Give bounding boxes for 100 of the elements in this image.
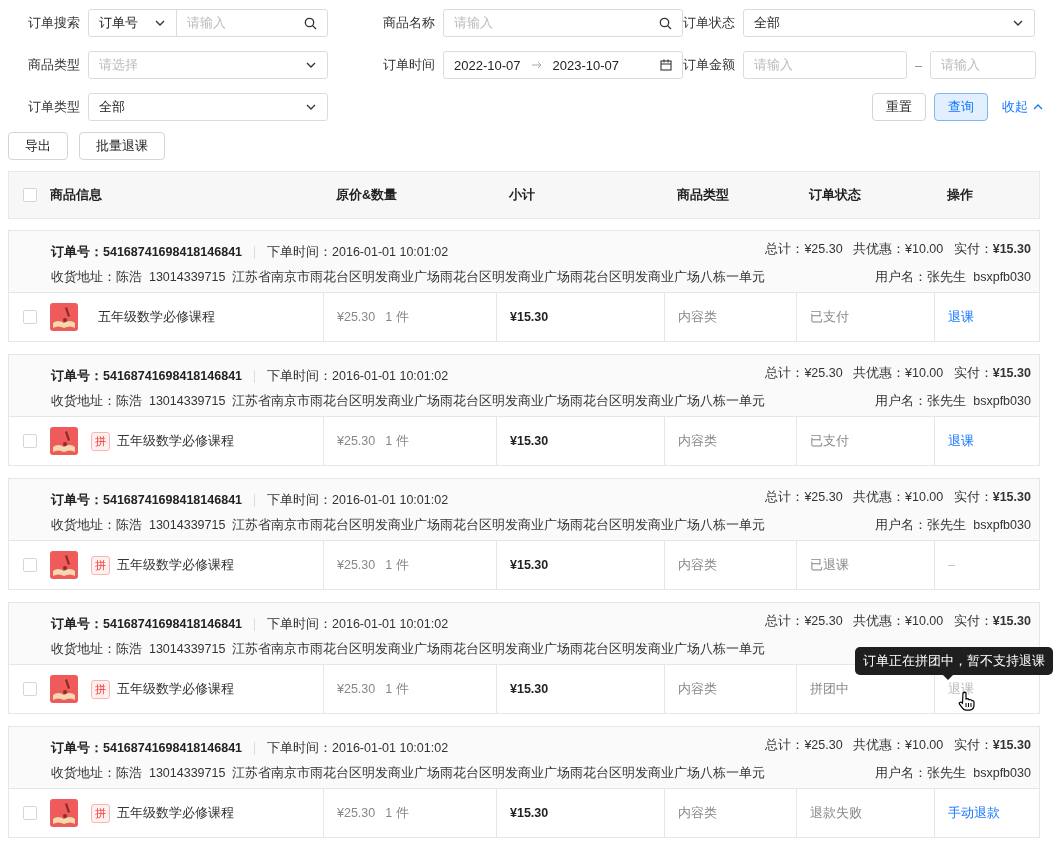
order-number: 订单号：54168741698418146841 — [51, 616, 243, 634]
order-time: 下单时间：2016-01-01 10:01:02 — [267, 244, 449, 262]
row-checkbox[interactable] — [23, 682, 37, 696]
column-header: 订单状态 — [808, 186, 862, 204]
order-totals: 总计：¥25.30 共优惠：¥10.00 实付：¥15.30 — [765, 241, 1031, 258]
order-status: 已支付 — [810, 432, 849, 450]
course-cover-icon — [50, 427, 78, 455]
collapse-link[interactable]: 收起 — [1002, 98, 1044, 116]
product-name: 五年级数学必修课程 — [117, 680, 234, 698]
quantity: 1 件 — [385, 432, 409, 450]
filter-label: 商品类型 — [27, 56, 81, 74]
column-header: 商品类型 — [676, 186, 730, 204]
column-header: 原价&数量 — [335, 186, 399, 204]
row-checkbox[interactable] — [23, 558, 37, 572]
row-checkbox[interactable] — [23, 310, 37, 324]
shipping-address: 收货地址：陈浩 13014339715 江苏省南京市雨花台区明发商业广场雨花台区明发商业广场雨花台区明发商业广场八栋一单元 — [51, 516, 766, 534]
reset-button[interactable]: 重置 — [872, 93, 926, 121]
product-name: 五年级数学必修课程 — [117, 804, 234, 822]
toolbar-button[interactable]: 批量退课 — [79, 132, 165, 160]
row-checkbox[interactable] — [23, 806, 37, 820]
calendar-icon[interactable] — [660, 59, 672, 71]
quantity: 1 件 — [385, 804, 409, 822]
order-number: 订单号：54168741698418146841 — [51, 368, 243, 386]
action-link[interactable]: 手动退款 — [948, 804, 1000, 822]
price: ¥25.30 — [337, 806, 376, 820]
toolbar-button[interactable]: 导出 — [8, 132, 68, 160]
order-totals: 总计：¥25.30 共优惠：¥10.00 实付：¥15.30 — [765, 365, 1031, 382]
filter-label: 订单时间 — [382, 56, 436, 74]
quantity: 1 件 — [385, 308, 409, 326]
column-header: 操作 — [946, 186, 974, 204]
order-number: 订单号：54168741698418146841 — [51, 492, 243, 510]
product-type: 内容类 — [678, 308, 717, 326]
subtotal: ¥15.30 — [510, 682, 549, 696]
order-status: 拼团中 — [810, 680, 849, 698]
course-cover-icon — [50, 303, 78, 331]
column-header: 商品信息 — [50, 186, 102, 204]
product-name: 五年级数学必修课程 — [117, 432, 234, 450]
order-time: 下单时间：2016-01-01 10:01:02 — [267, 616, 449, 634]
arrow-right-icon — [530, 60, 543, 70]
search-icon[interactable] — [659, 16, 672, 30]
product-name: 五年级数学必修课程 — [117, 556, 234, 574]
shipping-address: 收货地址：陈浩 13014339715 江苏省南京市雨花台区明发商业广场雨花台区明发商业广场雨花台区明发商业广场八栋一单元 — [51, 764, 766, 782]
course-cover-icon — [50, 675, 78, 703]
order-status: 退款失败 — [810, 804, 862, 822]
quantity: 1 件 — [385, 680, 409, 698]
user-name: 用户名：张先生 bsxpfb030 — [874, 392, 1031, 410]
row-checkbox[interactable] — [23, 434, 37, 448]
order-number: 订单号：54168741698418146841 — [51, 244, 243, 262]
shipping-address: 收货地址：陈浩 13014339715 江苏省南京市雨花台区明发商业广场雨花台区明发商业广场雨花台区明发商业广场八栋一单元 — [51, 268, 766, 286]
user-name: 用户名：张先生 bsxpfb030 — [874, 268, 1031, 286]
order-status: 已退课 — [810, 556, 849, 574]
filter-label: 商品名称 — [382, 14, 436, 32]
select-all-checkbox[interactable] — [23, 188, 37, 202]
select-field[interactable]: 全部 — [743, 9, 1035, 37]
product-type: 内容类 — [678, 804, 717, 822]
product-type: 内容类 — [678, 680, 717, 698]
shipping-address: 收货地址：陈浩 13014339715 江苏省南京市雨花台区明发商业广场雨花台区明发商业广场雨花台区明发商业广场八栋一单元 — [51, 640, 766, 658]
filter-label: 订单搜索 — [27, 14, 81, 32]
price: ¥25.30 — [337, 310, 376, 324]
course-cover-icon — [50, 799, 78, 827]
filter-label: 订单金额 — [683, 56, 736, 74]
order-number: 订单号：54168741698418146841 — [51, 740, 243, 758]
price: ¥25.30 — [337, 682, 376, 696]
tooltip: 订单正在拼团中，暂不支持退课 — [855, 647, 1053, 675]
price: ¥25.30 — [337, 434, 376, 448]
user-name: 用户名：张先生 bsxpfb030 — [874, 516, 1031, 534]
empty-dash: – — [948, 558, 955, 572]
group-buy-tag: 拼 — [91, 555, 110, 575]
order-totals: 总计：¥25.30 共优惠：¥10.00 实付：¥15.30 — [765, 489, 1031, 506]
order-status: 已支付 — [810, 308, 849, 326]
query-button[interactable]: 查询 — [934, 93, 988, 121]
group-buy-tag: 拼 — [91, 803, 110, 823]
product-type: 内容类 — [678, 556, 717, 574]
search-type-select[interactable]: 订单号 — [99, 14, 142, 32]
action-link[interactable]: 退课 — [948, 308, 974, 326]
order-totals: 总计：¥25.30 共优惠：¥10.00 实付：¥15.30 — [765, 737, 1031, 754]
user-name: 用户名：张先生 bsxpfb030 — [874, 764, 1031, 782]
course-cover-icon — [50, 551, 78, 579]
product-type: 内容类 — [678, 432, 717, 450]
order-totals: 总计：¥25.30 共优惠：¥10.00 实付：¥15.30 — [765, 613, 1031, 630]
select-field[interactable]: 全部 — [88, 93, 328, 121]
group-buy-tag: 拼 — [91, 431, 110, 451]
filter-label: 订单类型 — [27, 98, 81, 116]
group-buy-tag: 拼 — [91, 679, 110, 699]
quantity: 1 件 — [385, 556, 409, 574]
order-time: 下单时间：2016-01-01 10:01:02 — [267, 740, 449, 758]
column-header: 小计 — [508, 186, 536, 204]
price: ¥25.30 — [337, 558, 376, 572]
tooltip-arrow — [943, 675, 953, 680]
subtotal: ¥15.30 — [510, 806, 549, 820]
action-link[interactable]: 退课 — [948, 432, 974, 450]
range-separator: – — [915, 57, 923, 73]
shipping-address: 收货地址：陈浩 13014339715 江苏省南京市雨花台区明发商业广场雨花台区明发商业广场雨花台区明发商业广场八栋一单元 — [51, 392, 766, 410]
search-icon[interactable] — [304, 16, 317, 30]
order-search-field[interactable]: 订单号 请输入 — [88, 9, 328, 37]
order-time: 下单时间：2016-01-01 10:01:02 — [267, 368, 449, 386]
product-name: 五年级数学必修课程 — [98, 308, 215, 326]
subtotal: ¥15.30 — [510, 310, 549, 324]
date-range-field[interactable]: 2022-10-07 2023-10-07 — [443, 51, 683, 79]
subtotal: ¥15.30 — [510, 434, 549, 448]
